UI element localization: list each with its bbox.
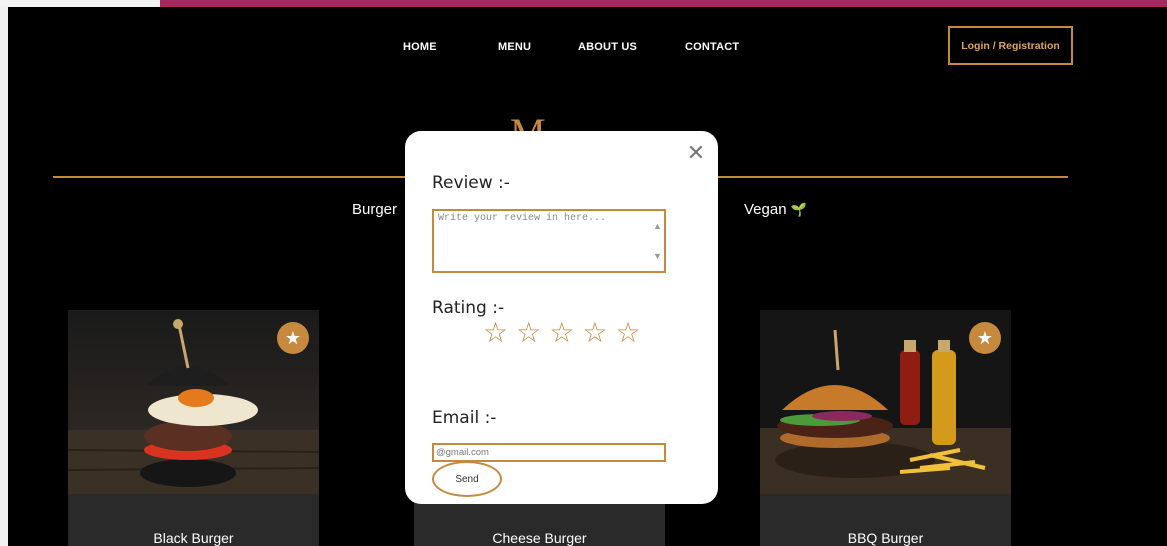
scroll-down-icon[interactable]: ▼ [653,251,662,261]
nav-menu[interactable]: MENU [498,41,531,53]
browser-top-strip [0,0,1167,7]
star-outline-icon[interactable]: ☆ [516,319,541,347]
product-name: Black Burger [153,530,234,546]
category-burger-label: Burger [352,201,398,218]
left-edge [0,7,8,546]
nav-about-us[interactable]: ABOUT US [578,41,637,53]
star-badge-icon[interactable]: ★ [277,322,309,354]
star-outline-icon[interactable]: ☆ [483,319,508,347]
category-vegan-label: Vegan [744,201,787,218]
product-card[interactable]: ★ BBQ Burger [760,310,1011,546]
product-name: Cheese Burger [492,530,587,546]
rating-stars: ☆ ☆ ☆ ☆ ☆ [483,319,641,347]
leaf-icon: 🌱 [790,202,807,217]
email-label: Email :- [432,408,497,428]
review-label: Review :- [432,173,510,193]
login-registration-button[interactable]: Login / Registration [948,26,1073,65]
nav-contact[interactable]: CONTACT [685,41,739,53]
close-icon[interactable]: ✕ [685,143,707,165]
category-burger[interactable]: Burger [352,201,397,218]
product-name: BBQ Burger [847,530,924,546]
star-outline-icon[interactable]: ☆ [582,319,607,347]
star-outline-icon[interactable]: ☆ [615,319,640,347]
send-button[interactable]: Send [432,461,502,497]
top-strip-highlight [0,0,160,7]
product-card[interactable]: ★ Black Burger [68,310,319,546]
star-outline-icon[interactable]: ☆ [549,319,574,347]
nav-home[interactable]: HOME [403,41,437,53]
email-field[interactable] [432,443,666,462]
review-modal: ✕ Review :- ▲ ▼ Rating :- ☆ ☆ ☆ ☆ ☆ Emai… [405,131,718,504]
review-textarea[interactable] [432,209,666,273]
scroll-up-icon[interactable]: ▲ [653,221,662,231]
star-badge-icon[interactable]: ★ [969,322,1001,354]
rating-label: Rating :- [432,298,505,318]
category-vegan[interactable]: Vegan 🌱 [744,201,807,218]
